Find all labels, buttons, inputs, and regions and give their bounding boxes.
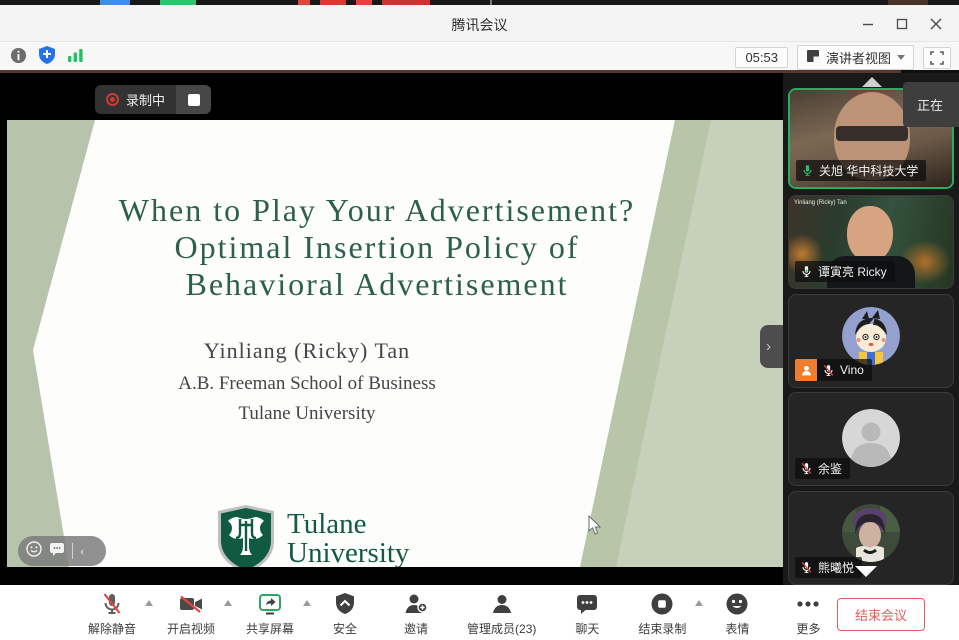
emoji-reaction-icon[interactable] bbox=[26, 541, 42, 562]
presenter-badge-icon bbox=[795, 359, 817, 381]
mic-muted-icon bbox=[100, 591, 124, 617]
participant-tile-vino[interactable]: Vino bbox=[788, 294, 954, 388]
share-options-caret[interactable] bbox=[303, 600, 311, 606]
author-school: A.B. Freeman School of Business bbox=[102, 373, 512, 395]
sidebar-collapse-tab[interactable]: › bbox=[760, 325, 783, 368]
recording-options-caret[interactable] bbox=[695, 600, 703, 606]
end-recording-button[interactable]: 结束录制 bbox=[638, 591, 686, 637]
bottom-control-bar: 解除静音 开启视频 bbox=[0, 585, 959, 640]
mic-options-caret[interactable] bbox=[145, 600, 153, 606]
start-video-button[interactable]: 开启视频 bbox=[167, 591, 215, 637]
view-mode-label: 演讲者视图 bbox=[826, 48, 891, 67]
participant-name: 熊曦悦 bbox=[818, 559, 854, 576]
chat-icon bbox=[575, 591, 599, 617]
participant-name: 关旭 华中科技大学 bbox=[819, 162, 918, 179]
window-title: 腾讯会议 bbox=[0, 15, 959, 35]
participant-name: 谭寅亮 Ricky bbox=[818, 263, 887, 280]
mic-on-icon bbox=[800, 265, 813, 278]
mic-muted-icon bbox=[800, 462, 813, 475]
shared-screen-top-edge bbox=[0, 70, 901, 73]
tulane-shield-icon bbox=[214, 503, 278, 567]
presentation-slide: When to Play Your Advertisement? Optimal… bbox=[7, 120, 783, 567]
emoji-button[interactable]: 表情 bbox=[717, 591, 757, 637]
recording-dot-icon bbox=[106, 93, 119, 106]
view-mode-selector[interactable]: 演讲者视图 bbox=[797, 45, 914, 70]
recording-label: 录制中 bbox=[126, 90, 165, 109]
mic-muted-icon bbox=[800, 561, 813, 574]
share-screen-icon bbox=[257, 591, 283, 617]
stop-recording-icon bbox=[650, 591, 674, 617]
fullscreen-button[interactable] bbox=[923, 47, 951, 69]
author-name: Yinliang (Ricky) Tan bbox=[102, 338, 512, 364]
stop-recording-button[interactable] bbox=[176, 85, 211, 114]
chat-button[interactable]: 聊天 bbox=[567, 591, 607, 637]
invite-button[interactable]: 邀请 bbox=[396, 591, 436, 637]
tulane-logo: Tulane University bbox=[214, 503, 409, 567]
participant-name: Vino bbox=[840, 363, 864, 377]
photo-avatar bbox=[842, 504, 900, 562]
end-meeting-button[interactable]: 结束会议 bbox=[837, 598, 925, 631]
recording-indicator: 录制中 bbox=[95, 85, 211, 114]
shared-screen-area: When to Play Your Advertisement? Optimal… bbox=[0, 70, 783, 585]
chevron-right-icon: › bbox=[766, 338, 771, 355]
layout-view-icon bbox=[806, 49, 820, 66]
mic-active-icon bbox=[801, 164, 814, 177]
speaking-tooltip: 正在 bbox=[903, 82, 959, 127]
mic-muted-icon bbox=[822, 364, 835, 377]
network-signal-icon[interactable] bbox=[67, 47, 84, 68]
video-options-caret[interactable] bbox=[224, 600, 232, 606]
tulane-logo-text: Tulane University bbox=[287, 510, 409, 567]
security-shield-icon bbox=[334, 591, 356, 617]
meeting-toolbar: 05:53 演讲者视图 bbox=[0, 42, 959, 70]
fullscreen-icon bbox=[930, 51, 944, 65]
unmute-button[interactable]: 解除静音 bbox=[88, 591, 136, 637]
video-overlay-text: Yinliang (Ricky) Tan bbox=[794, 200, 847, 206]
meeting-timer: 05:53 bbox=[735, 47, 788, 68]
slide-title: When to Play Your Advertisement? Optimal… bbox=[7, 192, 747, 303]
collapse-pill-icon[interactable]: ‹ bbox=[80, 543, 84, 559]
cartoon-avatar bbox=[842, 307, 900, 365]
stop-icon bbox=[188, 94, 200, 106]
manage-members-button[interactable]: 管理成员(23) bbox=[467, 591, 536, 637]
emoji-icon bbox=[725, 591, 749, 617]
protection-shield-icon[interactable] bbox=[39, 46, 55, 69]
mouse-cursor bbox=[588, 515, 603, 536]
minimize-button[interactable] bbox=[851, 5, 885, 42]
close-button[interactable] bbox=[919, 5, 953, 42]
share-screen-button[interactable]: 共享屏幕 bbox=[246, 591, 294, 637]
participant-tile-ricky[interactable]: Yinliang (Ricky) Tan 谭寅亮 Ricky bbox=[788, 195, 954, 289]
members-icon bbox=[490, 591, 514, 617]
default-avatar bbox=[842, 409, 900, 467]
scroll-down-arrow[interactable] bbox=[855, 566, 877, 577]
author-university: Tulane University bbox=[102, 403, 512, 425]
participant-tile-yujian[interactable]: 余鉴 bbox=[788, 392, 954, 486]
slide-author-block: Yinliang (Ricky) Tan A.B. Freeman School… bbox=[102, 338, 512, 425]
more-button[interactable]: 更多 bbox=[788, 591, 828, 637]
titlebar: 腾讯会议 bbox=[0, 5, 959, 42]
chevron-down-icon bbox=[897, 55, 905, 60]
participant-name: 余鉴 bbox=[818, 460, 842, 477]
maximize-button[interactable] bbox=[885, 5, 919, 42]
security-button[interactable]: 安全 bbox=[325, 591, 365, 637]
invite-person-icon bbox=[403, 591, 429, 617]
reaction-mini-toolbar: ‹ bbox=[18, 536, 106, 566]
tencent-meeting-window: 腾讯会议 05:53 bbox=[0, 0, 959, 640]
meeting-info-icon[interactable] bbox=[10, 47, 27, 69]
camera-off-icon bbox=[178, 591, 204, 617]
participants-sidebar: 关旭 华中科技大学 Yinliang (Ricky) Tan 谭寅亮 Ri bbox=[783, 70, 959, 585]
chat-bubble-icon[interactable] bbox=[49, 542, 65, 561]
scroll-up-arrow[interactable] bbox=[862, 77, 882, 87]
more-dots-icon bbox=[795, 591, 821, 617]
